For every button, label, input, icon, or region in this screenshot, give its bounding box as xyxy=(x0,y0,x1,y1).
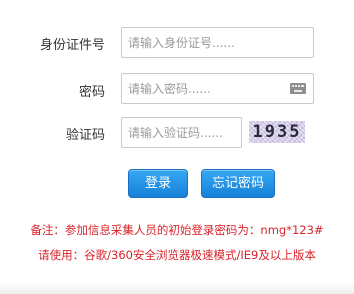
initial-password-note: 备注：参加信息采集人员的初始登录密码为：nmg*123# xyxy=(30,223,324,237)
login-button[interactable]: 登录 xyxy=(128,169,188,198)
captcha-label: 验证码 xyxy=(65,128,105,143)
captcha-image[interactable]: 1935 xyxy=(249,121,305,143)
bottom-divider xyxy=(0,282,354,294)
id-number-field[interactable] xyxy=(121,27,314,58)
browser-requirement-note: 请使用：谷歌/360安全浏览器极速模式/IE9及以上版本 xyxy=(38,248,316,262)
captcha-field[interactable] xyxy=(121,117,242,148)
captcha-input[interactable] xyxy=(128,118,235,147)
password-field[interactable] xyxy=(121,73,314,104)
id-number-input[interactable] xyxy=(128,28,307,57)
keyboard-icon[interactable] xyxy=(290,83,306,94)
forgot-password-button[interactable]: 忘记密码 xyxy=(201,169,275,198)
password-input[interactable] xyxy=(128,74,288,103)
password-label: 密码 xyxy=(78,85,105,100)
id-number-label: 身份证件号 xyxy=(39,38,105,53)
